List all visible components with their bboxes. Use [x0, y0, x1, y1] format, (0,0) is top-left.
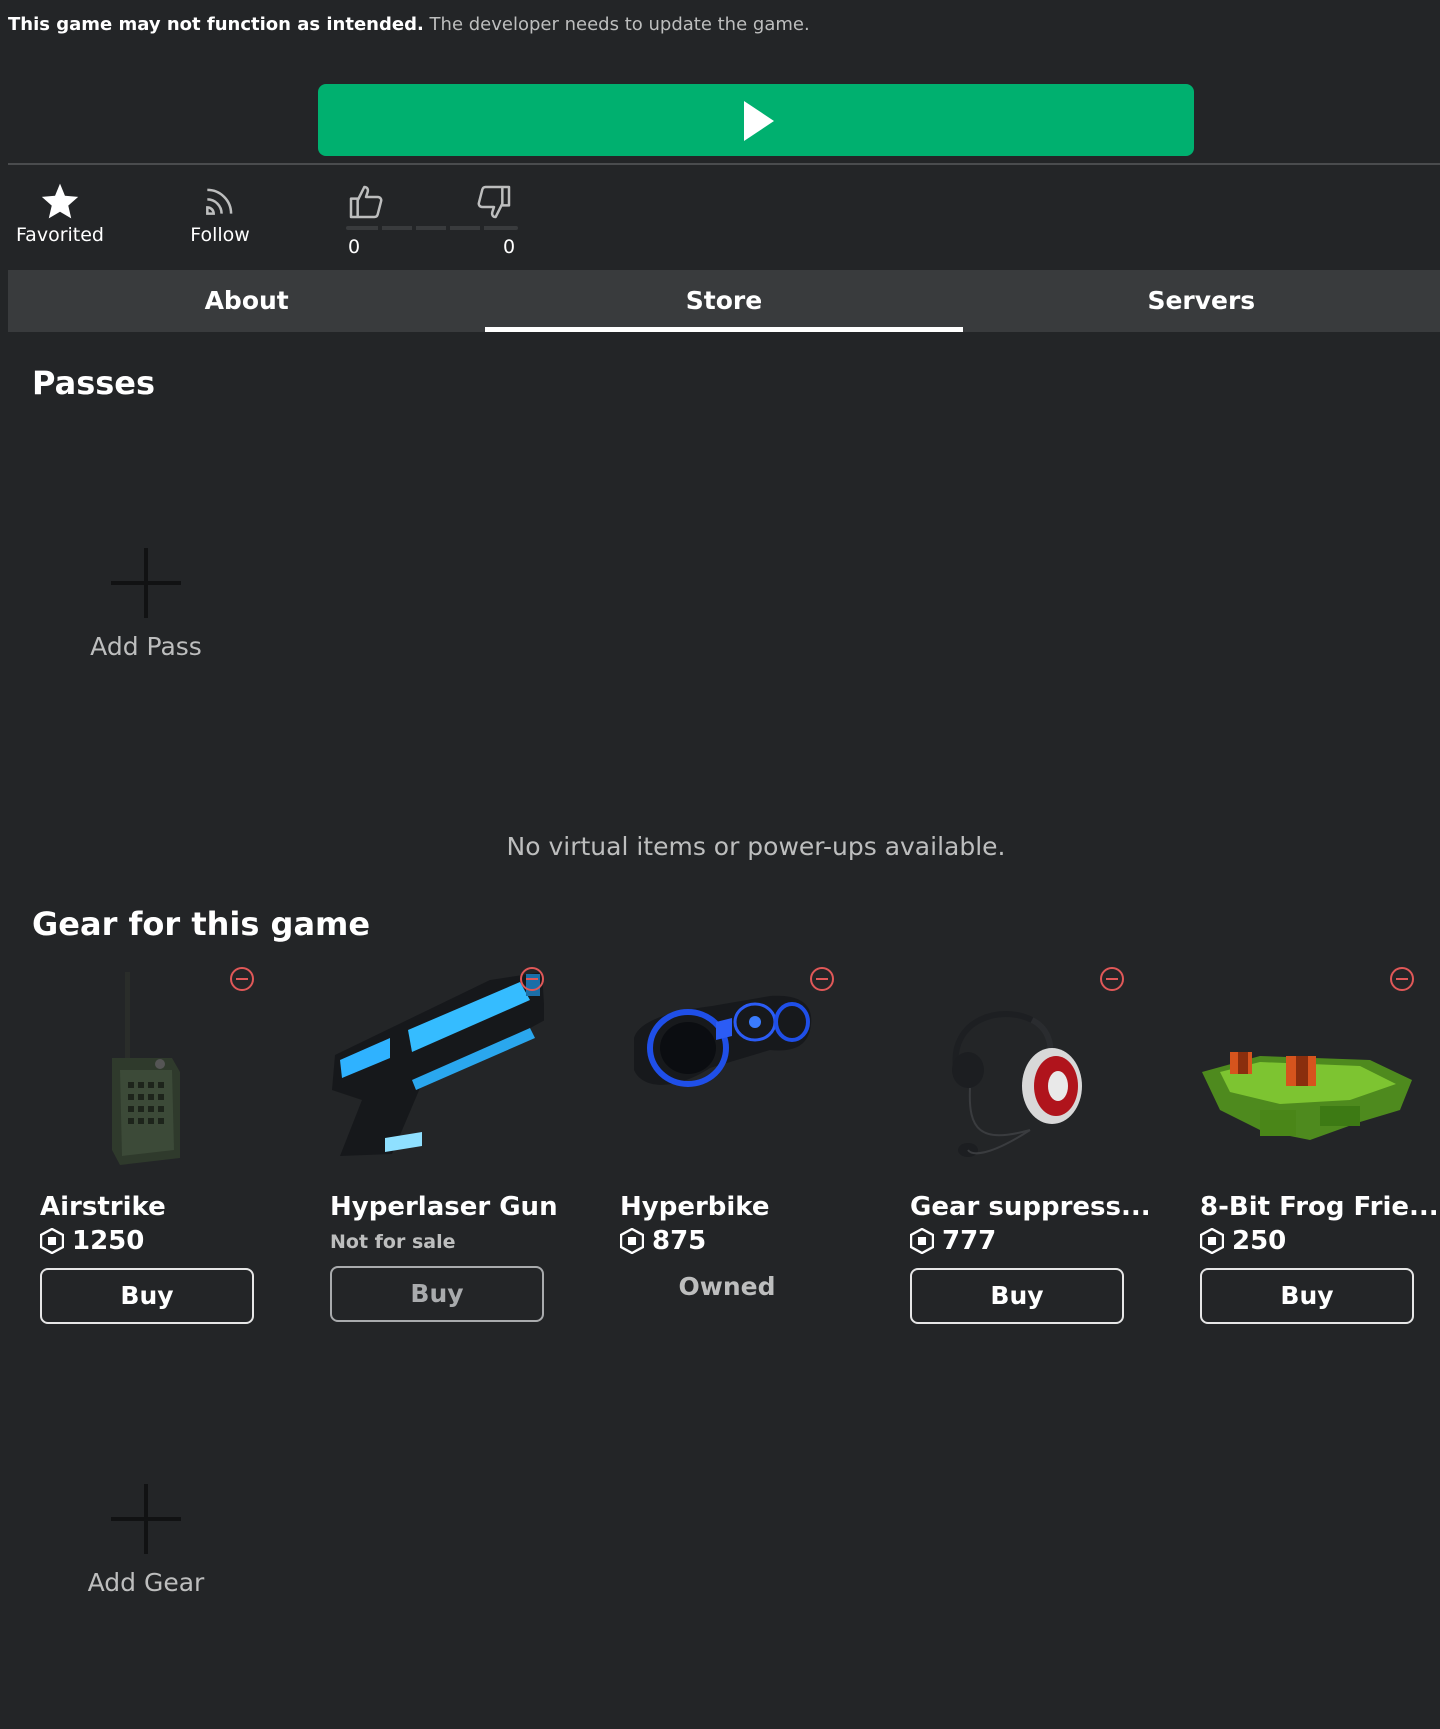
play-button[interactable]	[318, 84, 1194, 156]
vote-ratio-bar	[346, 226, 518, 230]
downvote-count: 0	[503, 236, 516, 258]
plus-icon	[111, 548, 181, 618]
plus-icon	[111, 1484, 181, 1554]
headset-gear-icon	[952, 1011, 1082, 1157]
walkie-talkie-gear-icon	[112, 972, 180, 1165]
passes-title: Passes	[32, 364, 156, 402]
gear-name: Gear suppress...	[910, 1192, 1151, 1222]
gear-name: Airstrike	[40, 1192, 166, 1222]
upvote-button[interactable]	[346, 182, 390, 226]
owned-label: Owned	[678, 1272, 776, 1301]
star-icon	[41, 183, 79, 219]
tab-store[interactable]: Store	[485, 270, 963, 332]
gear-price: 875	[620, 1226, 706, 1256]
tab-servers[interactable]: Servers	[963, 270, 1440, 332]
follow-label: Follow	[190, 224, 250, 246]
thumbs-down-icon	[477, 185, 511, 219]
favorite-button[interactable]: Favorited	[10, 182, 110, 246]
gear-price-value: 250	[1232, 1226, 1287, 1256]
robux-icon	[910, 1228, 934, 1254]
remove-circle-icon[interactable]	[1389, 966, 1415, 992]
warning-detail-text: The developer needs to update the game.	[429, 14, 810, 35]
gear-price-value: 875	[652, 1226, 707, 1256]
remove-circle-icon[interactable]	[519, 966, 545, 992]
remove-circle-icon[interactable]	[809, 966, 835, 992]
tab-bar: About Store Servers	[8, 270, 1440, 332]
hover-bike-gear-icon	[634, 995, 812, 1087]
robux-icon	[40, 1228, 64, 1254]
gear-name: 8-Bit Frog Frie...	[1200, 1192, 1439, 1222]
divider	[8, 163, 1440, 165]
gear-price: 1250	[40, 1226, 144, 1256]
buy-button[interactable]: Buy	[40, 1268, 254, 1324]
gear-price-value: 1250	[72, 1226, 145, 1256]
rss-icon	[206, 188, 233, 215]
downvote-button[interactable]	[474, 182, 518, 226]
upvote-count: 0	[348, 236, 361, 258]
robux-icon	[620, 1228, 644, 1254]
follow-button[interactable]: Follow	[170, 182, 270, 246]
add-pass-button[interactable]: Add Pass	[46, 548, 246, 661]
update-warning: This game may not function as intended. …	[8, 14, 810, 35]
laser-gun-gear-icon	[332, 972, 544, 1156]
remove-circle-icon[interactable]	[229, 966, 255, 992]
gear-name: Hyperlaser Gun	[330, 1192, 558, 1222]
no-items-message: No virtual items or power-ups available.	[506, 832, 1006, 861]
add-gear-button[interactable]: Add Gear	[46, 1484, 246, 1597]
play-icon	[744, 101, 774, 141]
pixel-frog-gear-icon	[1202, 1052, 1412, 1140]
buy-button-disabled: Buy	[330, 1266, 544, 1322]
gear-title: Gear for this game	[32, 905, 371, 943]
gear-price-value: 777	[942, 1226, 997, 1256]
gear-price: 250	[1200, 1226, 1286, 1256]
add-gear-label: Add Gear	[87, 1568, 205, 1597]
buy-button[interactable]: Buy	[910, 1268, 1124, 1324]
gear-price: 777	[910, 1226, 996, 1256]
warning-strong-text: This game may not function as intended.	[8, 14, 424, 35]
favorite-label: Favorited	[16, 224, 104, 246]
thumbs-up-icon	[349, 185, 383, 219]
add-pass-label: Add Pass	[90, 632, 202, 661]
not-for-sale-label: Not for sale	[330, 1231, 456, 1253]
tab-about[interactable]: About	[8, 270, 485, 332]
robux-icon	[1200, 1228, 1224, 1254]
buy-button[interactable]: Buy	[1200, 1268, 1414, 1324]
remove-circle-icon[interactable]	[1099, 966, 1125, 992]
gear-name: Hyperbike	[620, 1192, 770, 1222]
